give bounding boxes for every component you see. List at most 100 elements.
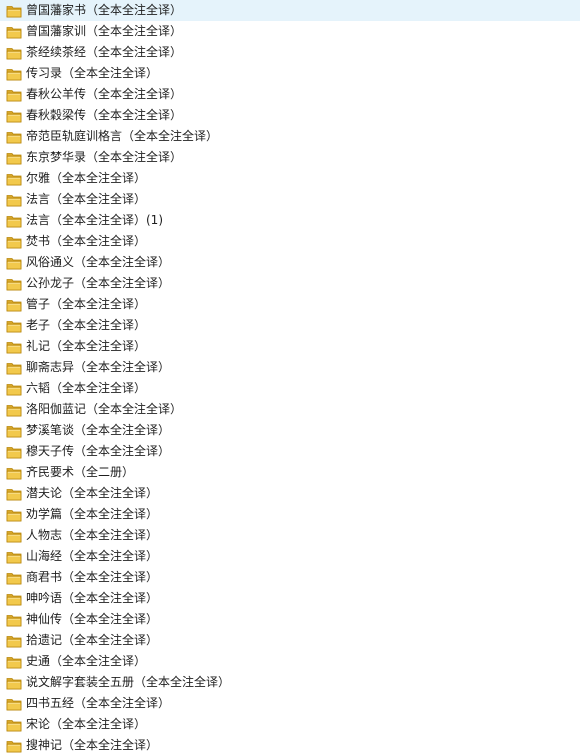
folder-name: 管子（全本全注全译） [26,297,147,311]
folder-item[interactable]: 呻吟语（全本全注全译） [0,588,580,609]
folder-item[interactable]: 人物志（全本全注全译） [0,525,580,546]
folder-item[interactable]: 春秋穀梁传（全本全注全译） [0,105,580,126]
folder-icon [6,277,22,291]
folder-icon [6,88,22,102]
folder-item[interactable]: 史通（全本全注全译） [0,651,580,672]
folder-icon [6,298,22,312]
folder-icon [6,319,22,333]
folder-icon [6,676,22,690]
folder-name: 齐民要术（全二册） [26,465,135,479]
folder-item[interactable]: 公孙龙子（全本全注全译） [0,273,580,294]
folder-item[interactable]: 神仙传（全本全注全译） [0,609,580,630]
folder-name: 老子（全本全注全译） [26,318,147,332]
folder-item[interactable]: 管子（全本全注全译） [0,294,580,315]
folder-item[interactable]: 山海经（全本全注全译） [0,546,580,567]
folder-item[interactable]: 聊斋志异（全本全注全译） [0,357,580,378]
folder-icon [6,172,22,186]
folder-name: 潜夫论（全本全注全译） [26,486,159,500]
folder-icon [6,46,22,60]
folder-item[interactable]: 焚书（全本全注全译） [0,231,580,252]
folder-item[interactable]: 六韬（全本全注全译） [0,378,580,399]
folder-icon [6,193,22,207]
folder-name: 人物志（全本全注全译） [26,528,159,542]
folder-icon [6,550,22,564]
folder-item[interactable]: 劝学篇（全本全注全译） [0,504,580,525]
folder-icon [6,697,22,711]
folder-icon [6,739,22,753]
folder-item[interactable]: 传习录（全本全注全译） [0,63,580,84]
folder-icon [6,592,22,606]
folder-name: 帝范臣轨庭训格言（全本全注全译） [26,129,219,143]
folder-name: 商君书（全本全注全译） [26,570,159,584]
folder-icon [6,256,22,270]
folder-icon [6,361,22,375]
folder-item[interactable]: 潜夫论（全本全注全译） [0,483,580,504]
folder-icon [6,382,22,396]
folder-item[interactable]: 宋论（全本全注全译） [0,714,580,735]
folder-name: 穆天子传（全本全注全译） [26,444,171,458]
folder-name: 搜神记（全本全注全译） [26,738,159,752]
folder-icon [6,466,22,480]
folder-list: 曾国藩家书（全本全注全译） 曾国藩家训（全本全注全译） 茶经续茶经（全本全注全译） 传… [0,0,580,756]
folder-icon [6,655,22,669]
folder-name: 东京梦华录（全本全注全译） [26,150,183,164]
folder-item[interactable]: 梦溪笔谈（全本全注全译） [0,420,580,441]
folder-name: 史通（全本全注全译） [26,654,147,668]
folder-item[interactable]: 帝范臣轨庭训格言（全本全注全译） [0,126,580,147]
folder-name: 四书五经（全本全注全译） [26,696,171,710]
folder-icon [6,613,22,627]
folder-name: 风俗通义（全本全注全译） [26,255,171,269]
folder-icon [6,487,22,501]
folder-name: 茶经续茶经（全本全注全译） [26,45,183,59]
folder-icon [6,508,22,522]
folder-item[interactable]: 洛阳伽蓝记（全本全注全译） [0,399,580,420]
folder-item[interactable]: 法言（全本全注全译）(1) [0,210,580,231]
folder-icon [6,151,22,165]
folder-item[interactable]: 礼记（全本全注全译） [0,336,580,357]
folder-name: 梦溪笔谈（全本全注全译） [26,423,171,437]
folder-item[interactable]: 东京梦华录（全本全注全译） [0,147,580,168]
folder-item[interactable]: 老子（全本全注全译） [0,315,580,336]
folder-name: 尔雅（全本全注全译） [26,171,147,185]
folder-item[interactable]: 说文解字套装全五册（全本全注全译） [0,672,580,693]
folder-icon [6,130,22,144]
folder-item[interactable]: 齐民要术（全二册） [0,462,580,483]
folder-icon [6,403,22,417]
folder-name: 神仙传（全本全注全译） [26,612,159,626]
folder-item[interactable]: 穆天子传（全本全注全译） [0,441,580,462]
folder-name: 拾遗记（全本全注全译） [26,633,159,647]
folder-icon [6,214,22,228]
folder-icon [6,340,22,354]
folder-item[interactable]: 茶经续茶经（全本全注全译） [0,42,580,63]
folder-name: 公孙龙子（全本全注全译） [26,276,171,290]
folder-name: 聊斋志异（全本全注全译） [26,360,171,374]
folder-item[interactable]: 拾遗记（全本全注全译） [0,630,580,651]
folder-name: 法言（全本全注全译）(1) [26,213,163,227]
folder-icon [6,634,22,648]
folder-icon [6,571,22,585]
folder-item[interactable]: 商君书（全本全注全译） [0,567,580,588]
folder-name: 劝学篇（全本全注全译） [26,507,159,521]
folder-item[interactable]: 曾国藩家书（全本全注全译） [0,0,580,21]
folder-icon [6,424,22,438]
folder-icon [6,67,22,81]
folder-icon [6,235,22,249]
folder-name: 法言（全本全注全译） [26,192,147,206]
folder-item[interactable]: 曾国藩家训（全本全注全译） [0,21,580,42]
folder-name: 春秋穀梁传（全本全注全译） [26,108,183,122]
folder-name: 春秋公羊传（全本全注全译） [26,87,183,101]
folder-name: 传习录（全本全注全译） [26,66,159,80]
folder-icon [6,4,22,18]
folder-item[interactable]: 春秋公羊传（全本全注全译） [0,84,580,105]
folder-name: 说文解字套装全五册（全本全注全译） [26,675,231,689]
folder-name: 山海经（全本全注全译） [26,549,159,563]
folder-item[interactable]: 法言（全本全注全译） [0,189,580,210]
folder-item[interactable]: 风俗通义（全本全注全译） [0,252,580,273]
folder-icon [6,718,22,732]
folder-item[interactable]: 尔雅（全本全注全译） [0,168,580,189]
folder-item[interactable]: 四书五经（全本全注全译） [0,693,580,714]
folder-item[interactable]: 搜神记（全本全注全译） [0,735,580,756]
folder-name: 焚书（全本全注全译） [26,234,147,248]
folder-name: 曾国藩家书（全本全注全译） [26,3,183,17]
folder-name: 六韬（全本全注全译） [26,381,147,395]
